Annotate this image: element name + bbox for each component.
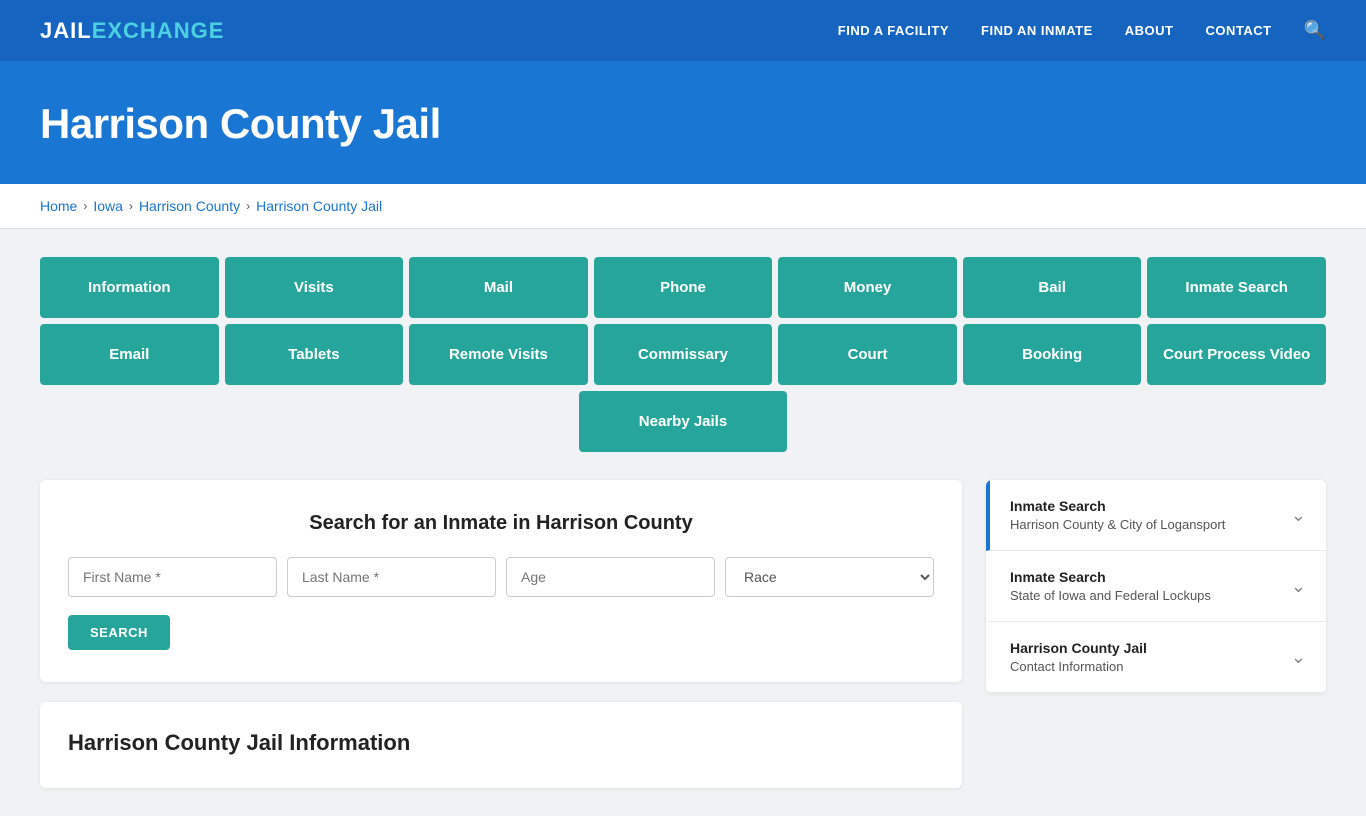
age-input[interactable]	[506, 557, 715, 597]
btn-information[interactable]: Information	[40, 257, 219, 318]
site-header: JAILEXCHANGE FIND A FACILITY FIND AN INM…	[0, 0, 1366, 64]
chevron-down-icon-2: ⌄	[1291, 647, 1306, 668]
btn-commissary[interactable]: Commissary	[594, 324, 773, 385]
nav-about[interactable]: ABOUT	[1125, 23, 1174, 38]
inmate-search-box: Search for an Inmate in Harrison County …	[40, 480, 962, 682]
logo-exchange: EXCHANGE	[92, 18, 225, 44]
breadcrumb-county[interactable]: Harrison County	[139, 198, 240, 214]
breadcrumb-sep-2: ›	[129, 199, 133, 213]
search-button[interactable]: SEARCH	[68, 615, 170, 650]
btn-court-process-video[interactable]: Court Process Video	[1147, 324, 1326, 385]
btn-mail[interactable]: Mail	[409, 257, 588, 318]
btn-remote-visits[interactable]: Remote Visits	[409, 324, 588, 385]
sidebar-item-inmate-search-county[interactable]: Inmate Search Harrison County & City of …	[986, 480, 1326, 551]
sidebar-item-subtitle-0: Harrison County & City of Logansport	[1010, 517, 1225, 532]
last-name-input[interactable]	[287, 557, 496, 597]
nav-contact[interactable]: CONTACT	[1205, 23, 1271, 38]
nav-buttons-row2: Email Tablets Remote Visits Commissary C…	[40, 324, 1326, 385]
sidebar: Inmate Search Harrison County & City of …	[986, 480, 1326, 693]
search-title: Search for an Inmate in Harrison County	[68, 512, 934, 535]
btn-nearby-jails[interactable]: Nearby Jails	[579, 391, 787, 452]
btn-bail[interactable]: Bail	[963, 257, 1142, 318]
sidebar-item-inmate-search-state[interactable]: Inmate Search State of Iowa and Federal …	[986, 551, 1326, 622]
breadcrumb-iowa[interactable]: Iowa	[93, 198, 123, 214]
btn-booking[interactable]: Booking	[963, 324, 1142, 385]
sidebar-item-text-2: Harrison County Jail Contact Information	[1010, 640, 1147, 674]
chevron-down-icon-1: ⌄	[1291, 576, 1306, 597]
logo-jail: JAIL	[40, 18, 92, 44]
btn-money[interactable]: Money	[778, 257, 957, 318]
nav-buttons-row1: Information Visits Mail Phone Money Bail…	[40, 257, 1326, 318]
search-form: Race	[68, 557, 934, 597]
breadcrumb-home[interactable]: Home	[40, 198, 77, 214]
nav-buttons-row3: Nearby Jails	[40, 391, 1326, 452]
btn-court[interactable]: Court	[778, 324, 957, 385]
info-section: Harrison County Jail Information	[40, 702, 962, 788]
first-name-input[interactable]	[68, 557, 277, 597]
chevron-down-icon-0: ⌄	[1291, 505, 1306, 526]
content-area: Search for an Inmate in Harrison County …	[40, 480, 1326, 788]
nav-find-inmate[interactable]: FIND AN INMATE	[981, 23, 1093, 38]
logo[interactable]: JAILEXCHANGE	[40, 18, 224, 44]
race-select[interactable]: Race	[725, 557, 934, 597]
sidebar-item-text-1: Inmate Search State of Iowa and Federal …	[1010, 569, 1211, 603]
btn-email[interactable]: Email	[40, 324, 219, 385]
breadcrumb-sep-1: ›	[83, 199, 87, 213]
nav-find-facility[interactable]: FIND A FACILITY	[838, 23, 949, 38]
breadcrumb-current: Harrison County Jail	[256, 198, 382, 214]
sidebar-item-title-2: Harrison County Jail	[1010, 640, 1147, 656]
btn-visits[interactable]: Visits	[225, 257, 404, 318]
btn-tablets[interactable]: Tablets	[225, 324, 404, 385]
sidebar-item-text-0: Inmate Search Harrison County & City of …	[1010, 498, 1225, 532]
page-title: Harrison County Jail	[40, 100, 1326, 148]
breadcrumb-sep-3: ›	[246, 199, 250, 213]
main-nav: FIND A FACILITY FIND AN INMATE ABOUT CON…	[838, 20, 1326, 41]
sidebar-item-title-0: Inmate Search	[1010, 498, 1225, 514]
hero-section: Harrison County Jail	[0, 64, 1366, 184]
sidebar-item-contact-info[interactable]: Harrison County Jail Contact Information…	[986, 622, 1326, 693]
main-content: Information Visits Mail Phone Money Bail…	[0, 229, 1366, 816]
breadcrumb: Home › Iowa › Harrison County › Harrison…	[0, 184, 1366, 229]
sidebar-item-title-1: Inmate Search	[1010, 569, 1211, 585]
btn-inmate-search[interactable]: Inmate Search	[1147, 257, 1326, 318]
btn-phone[interactable]: Phone	[594, 257, 773, 318]
info-section-title: Harrison County Jail Information	[68, 730, 934, 760]
search-icon-button[interactable]: 🔍	[1304, 20, 1326, 41]
sidebar-item-subtitle-2: Contact Information	[1010, 659, 1147, 674]
sidebar-item-subtitle-1: State of Iowa and Federal Lockups	[1010, 588, 1211, 603]
